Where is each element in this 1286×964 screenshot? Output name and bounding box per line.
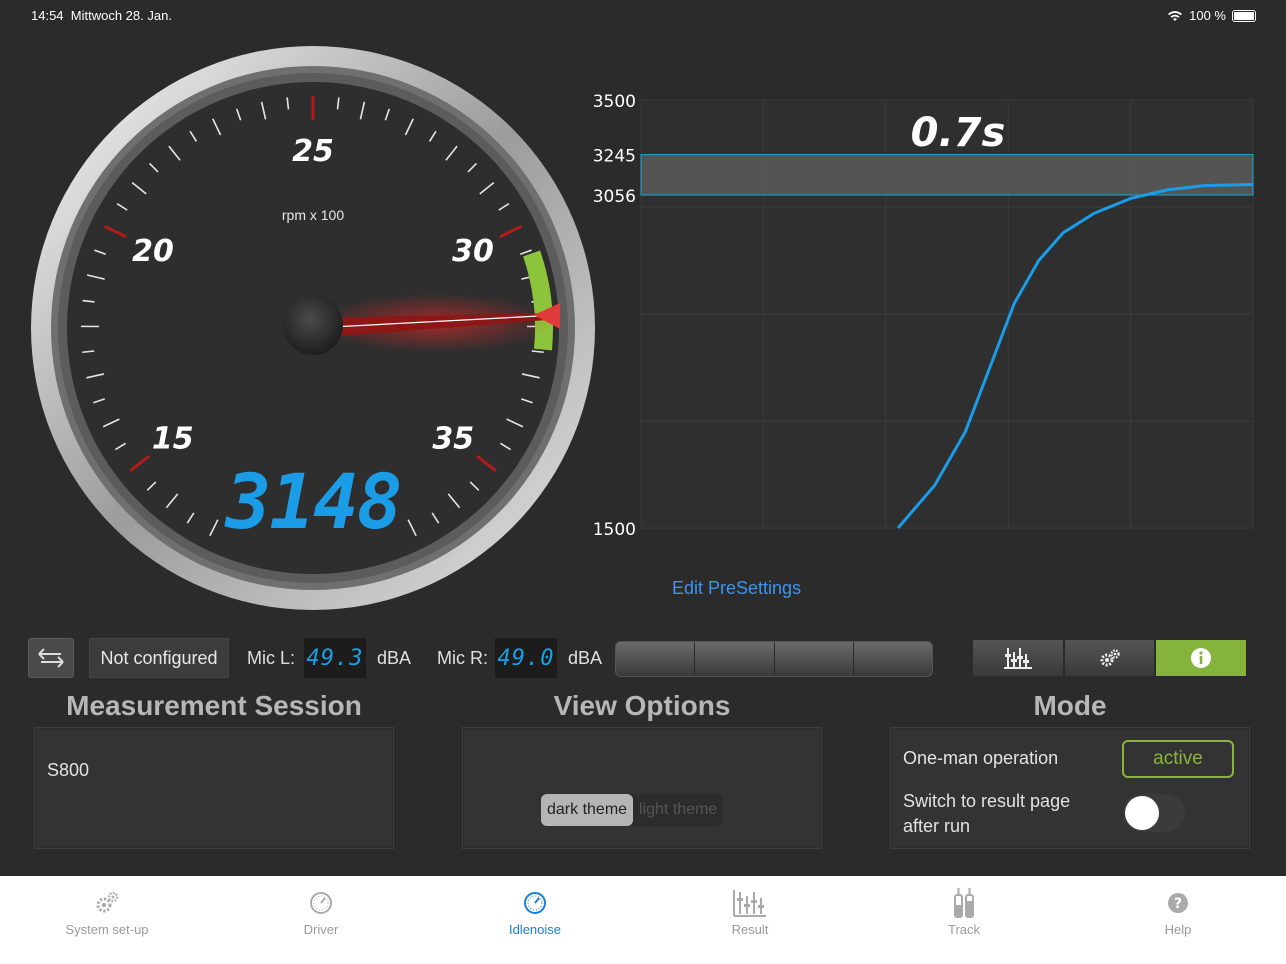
measurement-session-title: Measurement Session [66, 690, 362, 721]
theme-segmented-control: dark theme light theme [541, 794, 724, 826]
level-segment-bar[interactable] [615, 641, 933, 677]
tab-result[interactable]: Result [643, 876, 857, 964]
info-icon [1191, 648, 1212, 668]
tab-label: System set-up [65, 922, 149, 937]
tab-label: Driver [303, 922, 339, 937]
gauge-scale-label: 30 [452, 234, 494, 269]
equalizer-button[interactable] [972, 639, 1064, 677]
tab-label: Track [947, 922, 981, 937]
level-segment[interactable] [775, 642, 854, 676]
edit-presettings-link[interactable]: Edit PreSettings [672, 578, 801, 599]
rpm-gauge: 15 20 25 30 35 rpm x 100 3148 [31, 46, 595, 610]
measurement-session-panel: S800 [34, 727, 394, 849]
wifi-icon [1168, 10, 1183, 21]
tab-label: Idlenoise [508, 922, 562, 937]
switch-result-label: Switch to result page after run [903, 791, 1071, 836]
tab-help[interactable]: ? Help [1071, 876, 1285, 964]
status-time: 14:54 [31, 8, 64, 23]
tab-driver[interactable]: Driver [214, 876, 428, 964]
swap-arrows-icon [38, 648, 64, 668]
help-icon: ? [1168, 893, 1188, 913]
switch-result-toggle[interactable] [1123, 794, 1185, 832]
gauge-scale-label: 15 [152, 422, 194, 457]
mic-r-value: 49.0 [495, 638, 557, 678]
gears-icon [1100, 649, 1120, 667]
mic-l-unit: dBA [377, 647, 412, 668]
gauge-unit-label: rpm x 100 [282, 207, 344, 223]
tab-label: Result [731, 922, 769, 937]
chart-y-tick-label: 1500 [593, 520, 636, 540]
mode-title: Mode [1033, 690, 1107, 721]
gauge-icon [524, 892, 546, 914]
battery-percent: 100 % [1189, 8, 1226, 23]
mode-panel: One-man operation active Switch to resul… [890, 727, 1250, 849]
mic-r-label: Mic R: [437, 647, 488, 668]
status-time-date: 14:54 Mittwoch 28. Jan. [31, 8, 172, 23]
rpm-chart: 3500 3245 3056 1500 0.7s [593, 92, 1254, 540]
swap-button[interactable] [28, 638, 74, 678]
tab-bar: System set-up Driver Idlenoise Result Tr… [0, 876, 1286, 964]
tab-track[interactable]: Track [857, 876, 1071, 964]
view-options-panel: dark theme light theme [462, 727, 822, 849]
mic-r-unit: dBA [568, 647, 603, 668]
status-bar: 14:54 Mittwoch 28. Jan. 100 % [0, 0, 1286, 30]
dark-theme-option[interactable]: dark theme [541, 794, 634, 826]
status-date: Mittwoch 28. Jan. [70, 8, 172, 23]
tubes-icon [954, 888, 974, 918]
chart-y-tick-label: 3056 [593, 187, 636, 207]
chart-y-tick-label: 3245 [593, 147, 636, 167]
toolbar-group [972, 639, 1248, 677]
info-button[interactable] [1155, 639, 1248, 677]
gauge-scale-label: 35 [432, 422, 474, 457]
status-right: 100 % [1167, 8, 1256, 23]
view-options-title: View Options [553, 690, 731, 721]
mic-l-value: 49.3 [304, 638, 366, 678]
level-segment[interactable] [695, 642, 775, 676]
sliders-icon [1003, 648, 1032, 669]
svg-text:?: ? [1174, 896, 1182, 912]
mic-l-label: Mic L: [247, 647, 296, 668]
gauge-digital-readout: 3148 [223, 457, 400, 546]
settings-button[interactable] [1063, 639, 1156, 677]
session-value[interactable]: S800 [47, 760, 89, 781]
tab-idlenoise[interactable]: Idlenoise [428, 876, 642, 964]
chart-target-band [640, 154, 1254, 196]
chart-y-tick-label: 3500 [593, 92, 636, 112]
gauge-scale-label: 25 [292, 134, 334, 169]
active-button[interactable]: active [1122, 740, 1234, 778]
chart-title: 0.7s [911, 110, 1006, 156]
gauge-hub [283, 295, 343, 355]
toggle-knob [1125, 796, 1159, 830]
chart-y-ticks: 3500 3245 3056 1500 [593, 92, 636, 540]
level-segment[interactable] [854, 642, 932, 676]
battery-icon [1232, 9, 1256, 22]
one-man-operation-label: One-man operation [903, 748, 1059, 768]
light-theme-option[interactable]: light theme [633, 794, 723, 826]
tab-label: Help [1164, 922, 1192, 937]
sliders-icon [733, 890, 766, 917]
gauge-icon [310, 892, 332, 914]
tab-system-setup[interactable]: System set-up [0, 876, 214, 964]
level-segment[interactable] [616, 642, 696, 676]
gauge-scale-label: 20 [132, 234, 174, 269]
not-configured-button[interactable]: Not configured [89, 638, 229, 678]
gears-icon [96, 891, 119, 913]
